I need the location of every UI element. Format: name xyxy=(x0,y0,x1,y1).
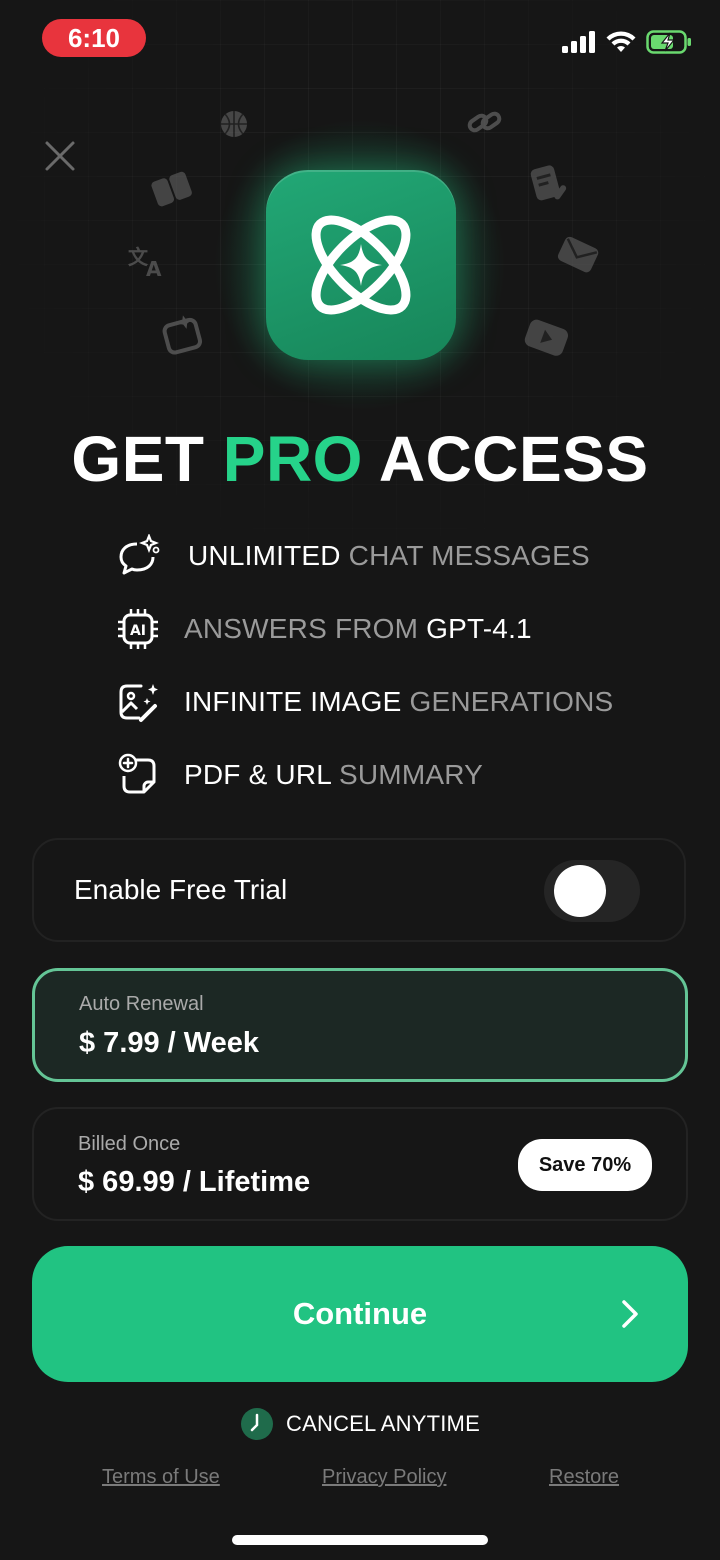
close-icon xyxy=(45,141,75,171)
feature-2-bright: GPT-4.1 xyxy=(426,613,532,644)
svg-text:A: A xyxy=(146,257,162,281)
page-title: GET PRO ACCESS xyxy=(0,422,720,496)
clock-icon xyxy=(241,1408,274,1440)
headline-pro: PRO xyxy=(222,423,363,495)
terms-link[interactable]: Terms of Use xyxy=(102,1466,220,1489)
cellular-signal-icon xyxy=(562,31,595,53)
document-plus-icon xyxy=(118,753,156,794)
translate-icon: 文 A xyxy=(128,245,162,281)
plan-price: $ 7.99 / Week xyxy=(79,1027,260,1059)
battery-charging-icon xyxy=(646,30,691,54)
feature-2-dim: ANSWERS FROM xyxy=(184,613,427,644)
feature-list: UNLIMITED CHAT MESSAGES AI ANSWERS FROM … xyxy=(114,532,613,824)
headline-part-3: ACCESS xyxy=(362,423,649,495)
footer-links: Terms of Use Privacy Policy Restore xyxy=(0,1466,720,1496)
feature-3-bright: INFINITE IMAGE xyxy=(184,686,402,717)
home-indicator xyxy=(232,1535,488,1545)
chat-sparkle-icon xyxy=(119,534,160,575)
book-icon xyxy=(151,171,192,207)
wifi-icon xyxy=(606,31,636,52)
free-trial-card: Enable Free Trial xyxy=(32,838,686,942)
plan-lifetime[interactable]: Billed Once $ 69.99 / Lifetime Save 70% xyxy=(32,1107,688,1221)
ai-chip-icon: AI xyxy=(118,609,158,649)
feature-3-dim: GENERATIONS xyxy=(401,686,614,717)
svg-text:AI: AI xyxy=(130,623,146,639)
feature-item: PDF & URL SUMMARY xyxy=(114,751,613,799)
image-magic-icon xyxy=(119,684,158,722)
chevron-right-icon xyxy=(622,1300,638,1328)
mail-icon xyxy=(557,236,599,273)
app-logo xyxy=(266,170,456,360)
feature-item: UNLIMITED CHAT MESSAGES xyxy=(114,532,613,580)
privacy-link[interactable]: Privacy Policy xyxy=(322,1466,446,1489)
continue-button[interactable]: Continue xyxy=(32,1246,688,1382)
continue-label: Continue xyxy=(292,1296,428,1331)
free-trial-toggle[interactable] xyxy=(544,860,640,922)
free-trial-label: Enable Free Trial xyxy=(74,874,288,905)
feature-4-dim: SUMMARY xyxy=(331,759,484,790)
restore-link[interactable]: Restore xyxy=(549,1466,619,1489)
feature-item: INFINITE IMAGE GENERATIONS xyxy=(114,678,613,726)
plan-subtitle: Auto Renewal xyxy=(79,993,204,1015)
headline-part-1: GET xyxy=(71,423,223,495)
feature-item: AI ANSWERS FROM GPT-4.1 xyxy=(114,605,613,653)
ai-sparkle-logo-icon xyxy=(311,215,411,315)
feature-1-dim: CHAT MESSAGES xyxy=(340,540,590,571)
status-time: 6:10 xyxy=(42,19,146,57)
close-button[interactable] xyxy=(40,136,80,176)
document-edit-icon xyxy=(530,165,567,201)
feature-1-bright: UNLIMITED xyxy=(188,540,341,571)
video-play-icon xyxy=(524,319,569,356)
toggle-knob xyxy=(554,865,606,917)
cancel-anytime: CANCEL ANYTIME xyxy=(0,1404,720,1444)
status-bar: 6:10 xyxy=(0,0,720,80)
status-icons xyxy=(562,30,692,54)
save-badge: Save 70% xyxy=(518,1139,652,1191)
cancel-anytime-label: CANCEL ANYTIME xyxy=(286,1411,480,1436)
plan-subtitle: Billed Once xyxy=(78,1133,181,1155)
plan-price: $ 69.99 / Lifetime xyxy=(78,1166,311,1198)
feature-4-bright: PDF & URL xyxy=(184,759,332,790)
plan-weekly[interactable]: Auto Renewal $ 7.99 / Week xyxy=(32,968,688,1082)
image-sparkle-icon xyxy=(162,315,203,355)
